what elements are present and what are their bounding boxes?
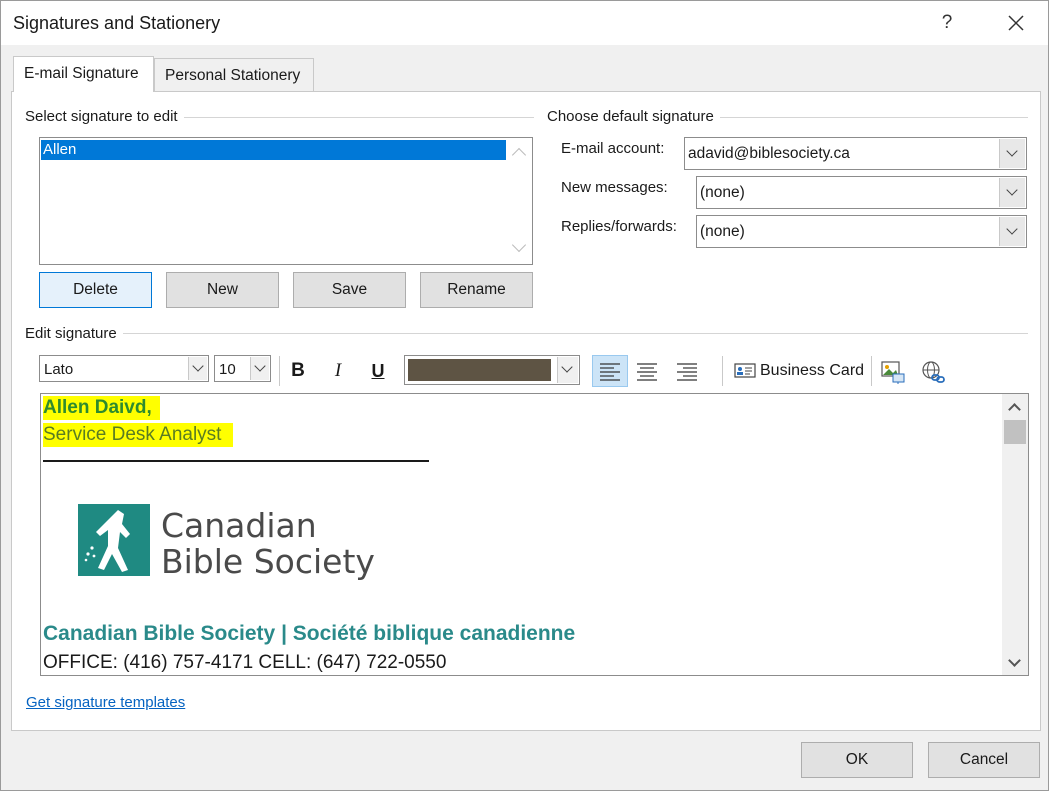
signature-rule xyxy=(43,460,429,462)
email-account-label: E-mail account: xyxy=(561,140,665,157)
dropdown-button[interactable] xyxy=(999,178,1025,207)
signature-name: Allen Daivd, xyxy=(43,396,160,420)
insert-hyperlink-button[interactable] xyxy=(918,356,948,386)
dropdown-button[interactable] xyxy=(999,217,1025,246)
align-center-icon xyxy=(637,363,657,381)
canadian-bible-society-logo: Canadian Bible Society xyxy=(78,504,398,584)
cancel-button[interactable]: Cancel xyxy=(928,742,1040,778)
chevron-down-icon xyxy=(192,360,204,372)
new-messages-value: (none) xyxy=(700,184,745,201)
new-messages-select[interactable]: (none) xyxy=(696,176,1027,209)
logo-icon xyxy=(78,504,150,576)
signature-organization: Canadian Bible Society | Société bibliqu… xyxy=(43,622,576,645)
delete-button[interactable]: Delete xyxy=(39,272,152,308)
window-title: Signatures and Stationery xyxy=(13,13,221,33)
signature-phones: OFFICE: (416) 757-4171 CELL: (647) 722-0… xyxy=(43,652,447,673)
insert-picture-icon xyxy=(881,361,905,384)
dropdown-button[interactable] xyxy=(999,139,1025,168)
underline-button[interactable]: U xyxy=(363,356,393,386)
scroll-thumb[interactable] xyxy=(1004,420,1026,444)
dropdown-button[interactable] xyxy=(557,357,578,383)
signatures-dialog: Signatures and Stationery ? E-mail Signa… xyxy=(0,0,1049,791)
signature-list[interactable]: Allen xyxy=(39,137,533,265)
editor-scrollbar[interactable] xyxy=(1002,394,1028,675)
scroll-down-icon[interactable] xyxy=(1008,654,1021,667)
insert-hyperlink-icon xyxy=(922,361,945,383)
chevron-down-icon xyxy=(254,360,266,372)
toolbar-separator xyxy=(871,356,872,386)
list-item[interactable]: Allen xyxy=(41,140,506,160)
dropdown-button[interactable] xyxy=(188,357,207,380)
tab-personal-stationery[interactable]: Personal Stationery xyxy=(154,58,314,92)
chevron-down-icon xyxy=(1006,145,1018,157)
new-messages-label: New messages: xyxy=(561,179,668,196)
font-value: Lato xyxy=(44,361,74,378)
font-size-select[interactable]: 10 xyxy=(214,355,271,382)
bold-button[interactable]: B xyxy=(283,356,313,386)
chevron-down-icon xyxy=(1006,184,1018,196)
scrollbar[interactable] xyxy=(506,138,532,264)
toolbar-separator xyxy=(279,356,280,386)
email-account-select[interactable]: adavid@biblesociety.ca xyxy=(684,137,1027,170)
help-button[interactable]: ? xyxy=(933,9,961,37)
close-icon xyxy=(1008,15,1024,31)
tab-email-signature[interactable]: E-mail Signature xyxy=(13,56,154,92)
divider xyxy=(26,333,1028,334)
replies-forwards-value: (none) xyxy=(700,223,745,240)
italic-button[interactable]: I xyxy=(323,356,353,386)
logo-text-line1: Canadian xyxy=(161,506,317,545)
align-right-icon xyxy=(677,363,697,381)
close-button[interactable] xyxy=(1001,9,1031,37)
chevron-down-icon xyxy=(561,361,573,373)
align-left-icon xyxy=(600,363,620,381)
signature-editor[interactable]: Allen Daivd, Service Desk Analyst Canadi… xyxy=(40,393,1029,676)
replies-forwards-label: Replies/forwards: xyxy=(561,218,677,235)
signature-title: Service Desk Analyst xyxy=(43,423,234,447)
title-bar: Signatures and Stationery ? xyxy=(1,1,1048,45)
font-color-select[interactable] xyxy=(404,355,580,385)
default-signature-label: Choose default signature xyxy=(547,108,720,125)
email-account-value: adavid@biblesociety.ca xyxy=(688,145,850,162)
edit-signature-label: Edit signature xyxy=(25,325,123,342)
replies-forwards-select[interactable]: (none) xyxy=(696,215,1027,248)
chevron-down-icon xyxy=(1006,223,1018,235)
toolbar-separator xyxy=(722,356,723,386)
insert-picture-button[interactable] xyxy=(878,356,908,386)
rename-button[interactable]: Rename xyxy=(420,272,533,308)
tab-email-signature-label: E-mail Signature xyxy=(24,65,139,82)
get-signature-templates-link[interactable]: Get signature templates xyxy=(26,694,185,711)
font-size-value: 10 xyxy=(219,361,236,378)
new-button[interactable]: New xyxy=(166,272,279,308)
align-center-button[interactable] xyxy=(632,356,662,386)
scroll-down-icon xyxy=(511,237,527,253)
scroll-up-icon xyxy=(511,147,527,163)
select-signature-label: Select signature to edit xyxy=(25,108,184,125)
font-select[interactable]: Lato xyxy=(39,355,209,382)
logo-text-line2: Bible Society xyxy=(161,542,375,581)
business-card-label: Business Card xyxy=(760,362,865,379)
email-signature-panel: Select signature to edit Allen Delete Ne… xyxy=(11,91,1041,731)
dropdown-button[interactable] xyxy=(250,357,269,380)
align-right-button[interactable] xyxy=(672,356,702,386)
save-button[interactable]: Save xyxy=(293,272,406,308)
ok-button[interactable]: OK xyxy=(801,742,913,778)
scroll-up-icon[interactable] xyxy=(1008,403,1021,416)
business-card-icon xyxy=(734,363,756,378)
align-left-button[interactable] xyxy=(592,355,628,387)
tab-personal-stationery-label: Personal Stationery xyxy=(165,67,301,84)
business-card-button[interactable]: Business Card xyxy=(730,356,865,386)
font-color-swatch xyxy=(408,359,551,381)
